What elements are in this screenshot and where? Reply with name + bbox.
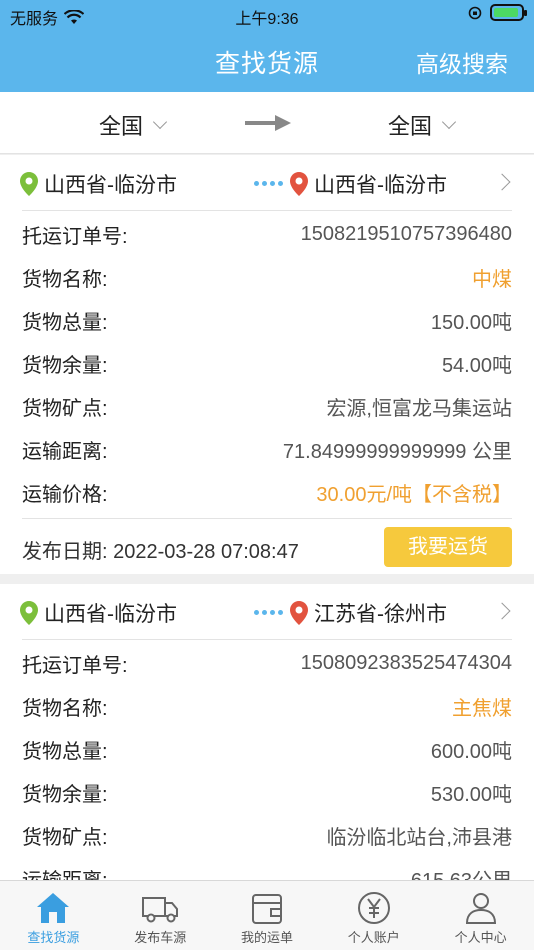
row-label: 运输距离: [22, 864, 108, 880]
ship-cargo-button[interactable]: 我要运货 [384, 527, 512, 567]
row-label: 货物余量: [22, 355, 108, 377]
row-label: 托运订单号: [22, 226, 128, 248]
clock: 上午9:36 [235, 11, 299, 28]
truck-icon [142, 897, 179, 923]
tab-label: 发布车源 [134, 930, 187, 945]
route-dots [254, 610, 283, 615]
destination-pin-icon [290, 601, 308, 625]
navbar: 查找货源 高级搜索 [0, 30, 534, 92]
publish-date-row: 发布日期: 2022-03-28 07:08:47 我要运货 [22, 518, 512, 574]
destination-label: 山西省-临汾市 [314, 174, 447, 197]
publish-date: 发布日期: 2022-03-28 07:08:47 [22, 535, 299, 564]
publish-date-label: 发布日期: [22, 541, 108, 563]
row-value: 1508219510757396480 [300, 223, 512, 245]
tab-label: 查找货源 [27, 930, 80, 945]
tab-find-cargo[interactable]: 查找货源 [0, 881, 107, 950]
row-value: 宏源,恒富龙马集运站 [326, 398, 512, 420]
tab-label: 我的运单 [240, 930, 293, 945]
row-label: 货物总量: [22, 312, 108, 334]
row-value: 600.00吨 [430, 741, 512, 763]
price-row: 运输价格: 30.00元/吨【不含税】 [0, 471, 534, 514]
tab-publish-vehicle[interactable]: 发布车源 [107, 881, 214, 950]
arrow-right-icon [245, 115, 291, 131]
row-value: 54.00吨 [441, 355, 512, 377]
distance-row: 运输距离: 71.84999999999999 公里 [0, 428, 534, 471]
cargo-card[interactable]: 山西省-临汾市 山西省-临汾市 托运订单号: 150821951075739648… [0, 155, 534, 574]
row-label: 货物矿点: [22, 827, 108, 849]
tab-personal-center[interactable]: 个人中心 [427, 881, 534, 950]
row-value: 615.63公里 [411, 864, 512, 880]
tab-label: 个人中心 [454, 930, 507, 945]
advanced-search-button[interactable]: 高级搜索 [416, 45, 508, 79]
row-value: 71.84999999999999 公里 [282, 441, 512, 463]
row-label: 货物总量: [22, 741, 108, 763]
status-bar: 无服务 上午9:36 [0, 0, 534, 30]
user-icon [465, 893, 496, 924]
origin-pin-icon [20, 601, 38, 625]
origin-filter-label: 全国 [99, 114, 144, 139]
cargo-list: 山西省-临汾市 山西省-临汾市 托运订单号: 150821951075739648… [0, 155, 534, 880]
origin-filter[interactable]: 全国 [99, 109, 168, 141]
remaining-quantity-row: 货物余量: 530.00吨 [0, 771, 534, 814]
origin-label: 山西省-临汾市 [44, 603, 177, 626]
mine-point-row: 货物矿点: 临汾临北站台,沛县港 [0, 814, 534, 857]
wallet-icon [251, 894, 282, 924]
tab-label: 个人账户 [347, 930, 400, 945]
origin-pin-icon [20, 172, 38, 196]
total-quantity-row: 货物总量: 150.00吨 [0, 299, 534, 342]
order-number-row: 托运订单号: 1508092383525474304 [0, 642, 534, 685]
row-value: 1508092383525474304 [300, 652, 512, 674]
tab-personal-account[interactable]: 个人账户 [320, 881, 427, 950]
orientation-lock-icon [468, 6, 482, 19]
cargo-name-row: 货物名称: 主焦煤 [0, 685, 534, 728]
row-value: 530.00吨 [430, 784, 512, 806]
order-number-row: 托运订单号: 1508219510757396480 [0, 213, 534, 256]
row-label: 运输价格: [22, 484, 108, 506]
yuan-icon [357, 892, 390, 924]
row-label: 货物名称: [22, 269, 108, 291]
row-label: 托运订单号: [22, 655, 128, 677]
tab-bar: 查找货源 发布车源 我的运单 个人账户 个人中心 [0, 880, 534, 950]
row-label: 货物矿点: [22, 398, 108, 420]
row-value: 150.00吨 [430, 312, 512, 334]
battery-icon [490, 4, 527, 21]
tab-my-waybills[interactable]: 我的运单 [214, 881, 321, 950]
cargo-name-row: 货物名称: 中煤 [0, 256, 534, 299]
row-label: 货物余量: [22, 784, 108, 806]
chevron-right-icon [493, 173, 511, 191]
distance-row: 运输距离: 615.63公里 [0, 857, 534, 880]
chevron-down-icon [152, 114, 168, 130]
route-row[interactable]: 山西省-临汾市 山西省-临汾市 [20, 155, 512, 211]
row-label: 运输距离: [22, 441, 108, 463]
row-value: 主焦煤 [452, 698, 512, 720]
cargo-card[interactable]: 山西省-临汾市 江苏省-徐州市 托运订单号: 150809238352547430… [0, 584, 534, 880]
publish-date-value: 2022-03-28 07:08:47 [113, 541, 299, 563]
chevron-down-icon [441, 114, 457, 130]
chevron-right-icon [493, 602, 511, 620]
destination-label: 江苏省-徐州市 [314, 603, 447, 626]
destination-pin-icon [290, 172, 308, 196]
row-value: 临汾临北站台,沛县港 [326, 827, 512, 849]
row-label: 货物名称: [22, 698, 108, 720]
region-filter-bar: 全国 全国 [0, 92, 534, 154]
route-dots [254, 181, 283, 186]
route-row[interactable]: 山西省-临汾市 江苏省-徐州市 [20, 584, 512, 640]
destination-filter-label: 全国 [388, 114, 433, 139]
destination-filter[interactable]: 全国 [388, 109, 457, 141]
origin-label: 山西省-临汾市 [44, 174, 177, 197]
mine-point-row: 货物矿点: 宏源,恒富龙马集运站 [0, 385, 534, 428]
remaining-quantity-row: 货物余量: 54.00吨 [0, 342, 534, 385]
total-quantity-row: 货物总量: 600.00吨 [0, 728, 534, 771]
row-value: 中煤 [472, 269, 512, 291]
home-icon [37, 893, 70, 923]
row-value: 30.00元/吨【不含税】 [316, 484, 512, 506]
